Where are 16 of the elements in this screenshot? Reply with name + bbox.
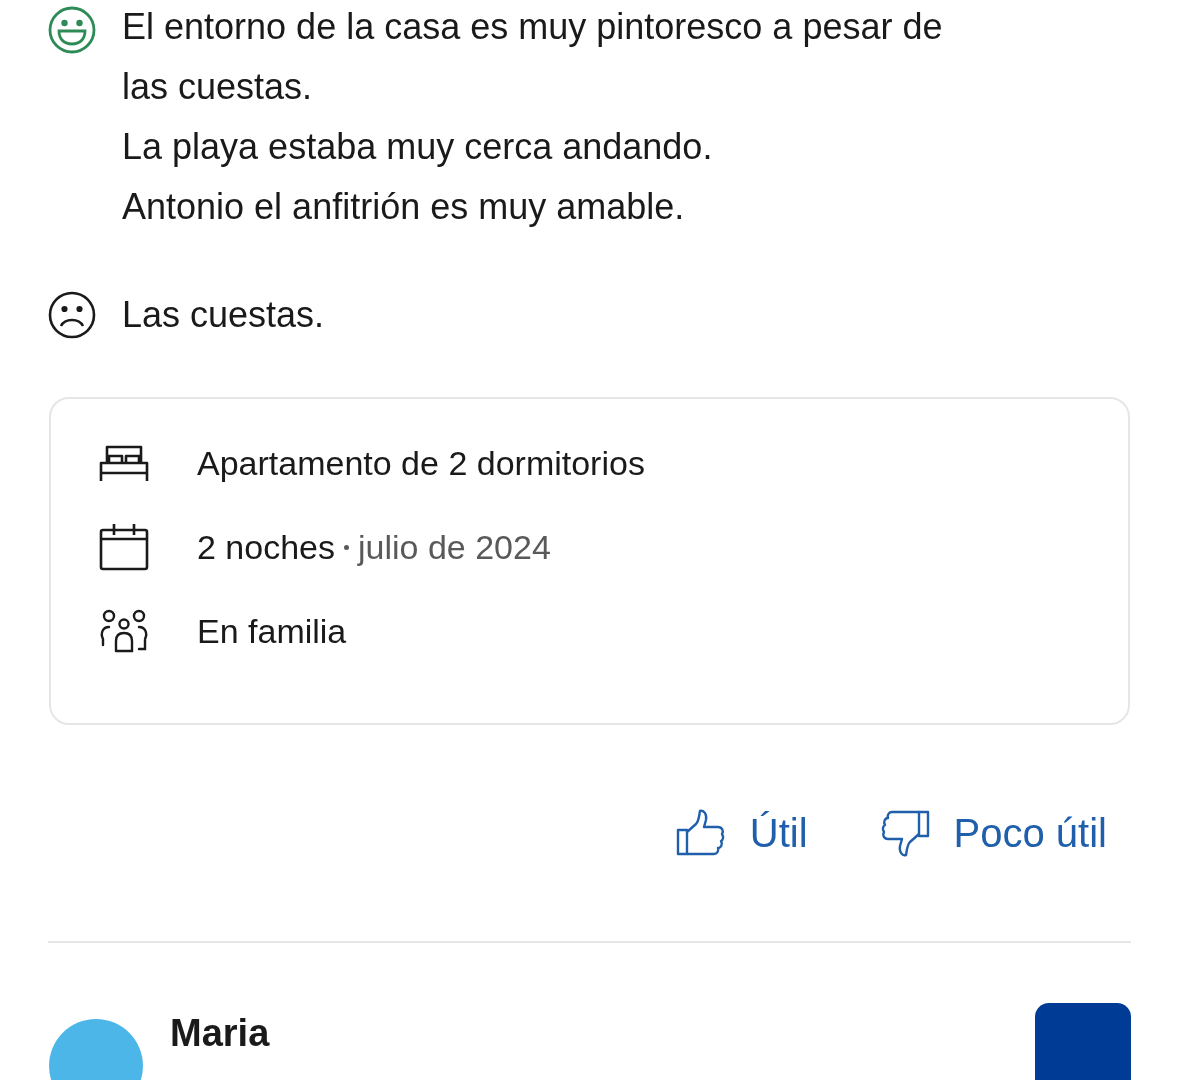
helpful-button[interactable]: Útil — [675, 803, 808, 863]
bed-icon — [99, 443, 149, 483]
detail-text: Apartamento de 2 dormitorios — [197, 442, 645, 484]
thumbs-up-icon — [675, 808, 726, 858]
reviewer-name: Maria — [170, 1011, 270, 1056]
detail-text: En familia — [197, 610, 347, 652]
detail-text: 2 noches — [197, 526, 335, 568]
stay-date: julio de 2024 — [358, 526, 551, 568]
not-helpful-button[interactable]: Poco útil — [879, 803, 1107, 863]
negative-review-text: Las cuestas. — [122, 293, 325, 337]
thumbs-down-icon — [879, 808, 930, 858]
smiley-icon — [48, 6, 96, 54]
sad-face-icon — [48, 291, 96, 339]
family-icon — [99, 609, 149, 653]
positive-review-text: El entorno de la casa es muy pintoresco a pesar de las cuestas. La playa estaba muy cerca andando. Antonio el anfitrión es muy amable. — [122, 5, 944, 229]
calendar-icon — [99, 523, 149, 571]
